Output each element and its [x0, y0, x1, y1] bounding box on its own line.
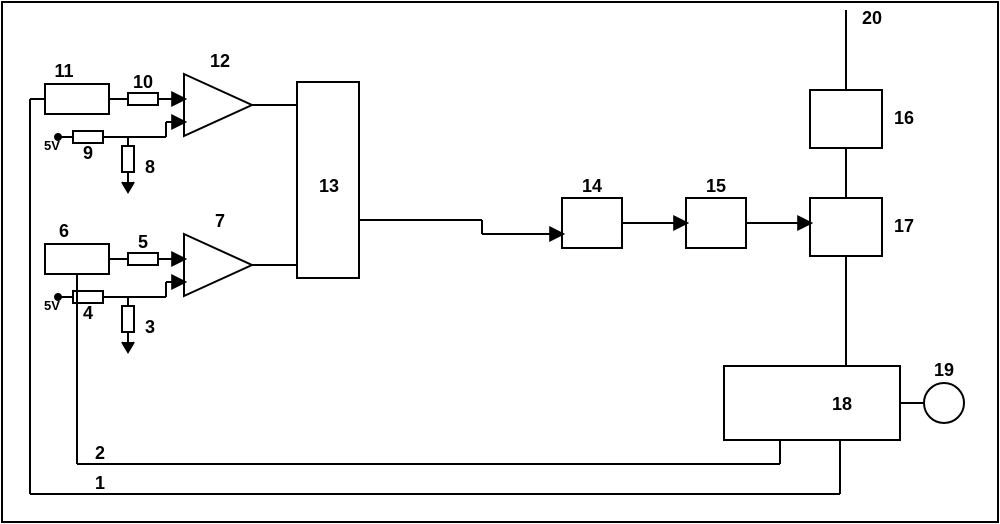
block-14 — [562, 198, 622, 248]
label-20: 20 — [862, 8, 882, 28]
label-17: 17 — [894, 216, 914, 236]
resistor-5 — [128, 253, 158, 265]
label-2: 2 — [95, 443, 105, 463]
amp-7 — [184, 234, 252, 296]
label-3: 3 — [145, 317, 155, 337]
label-19: 19 — [934, 360, 954, 380]
label-6: 6 — [59, 221, 69, 241]
block-18 — [724, 366, 900, 440]
block-diagram: 11 10 12 9 8 6 5 7 4 3 13 14 15 17 16 20… — [0, 0, 1000, 524]
label-12: 12 — [210, 51, 230, 71]
resistor-9 — [73, 131, 103, 143]
label-5: 5 — [138, 232, 148, 252]
block-17 — [810, 198, 882, 256]
label-1: 1 — [95, 473, 105, 493]
label-15: 15 — [706, 176, 726, 196]
label-8: 8 — [145, 157, 155, 177]
label-7: 7 — [215, 211, 225, 231]
block-11 — [45, 84, 109, 114]
block-19 — [924, 383, 964, 423]
block-6 — [45, 244, 109, 274]
label-14: 14 — [582, 176, 602, 196]
resistor-10 — [128, 93, 158, 105]
resistor-3 — [122, 306, 134, 332]
label-4: 4 — [83, 303, 93, 323]
supply-top: 5V — [44, 138, 60, 153]
block-15 — [686, 198, 746, 248]
label-9: 9 — [83, 143, 93, 163]
label-13: 13 — [319, 176, 339, 196]
label-10: 10 — [133, 72, 153, 92]
supply-bottom: 5V — [44, 298, 60, 313]
amp-12 — [184, 74, 252, 136]
resistor-8 — [122, 146, 134, 172]
label-16: 16 — [894, 108, 914, 128]
label-18: 18 — [832, 394, 852, 414]
block-16 — [810, 90, 882, 148]
label-11: 11 — [54, 61, 73, 81]
